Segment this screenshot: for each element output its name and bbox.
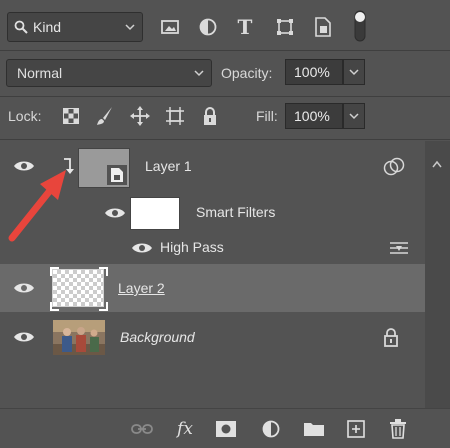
fill-label: Fill: <box>256 108 278 124</box>
opacity-dropdown[interactable] <box>343 59 365 85</box>
eye-icon[interactable] <box>104 206 126 220</box>
smart-filters-mask-thumbnail <box>130 197 180 230</box>
smart-filter-indicator-icon[interactable] <box>383 157 405 177</box>
lock-artboard-icon[interactable] <box>164 104 186 128</box>
shape-filter-icon[interactable] <box>273 14 297 40</box>
background-photo-thumbnail <box>53 320 105 355</box>
chevron-down-icon <box>125 24 135 31</box>
add-mask-icon[interactable] <box>214 417 238 441</box>
chevron-down-icon <box>349 113 359 120</box>
chevron-up-icon[interactable] <box>431 159 443 169</box>
layers-footer: fx <box>0 408 450 448</box>
search-icon <box>14 20 28 34</box>
blend-mode-select[interactable]: Normal <box>6 59 212 87</box>
layer-name: Layer 1 <box>145 158 192 174</box>
eye-icon[interactable] <box>131 241 153 255</box>
trash-icon[interactable] <box>386 417 410 441</box>
eye-icon[interactable] <box>13 281 35 295</box>
link-layers-icon[interactable] <box>130 417 154 441</box>
lock-image-pixels-icon[interactable] <box>94 104 116 128</box>
selection-corners <box>50 267 108 311</box>
layer-name: Layer 2 <box>118 280 165 296</box>
blend-mode-label: Normal <box>17 65 63 81</box>
layer-name: Smart Filters <box>196 204 276 220</box>
fill-input[interactable]: 100% <box>285 103 343 129</box>
kind-filter-select[interactable]: Kind <box>7 12 143 42</box>
lock-position-icon[interactable] <box>129 104 151 128</box>
smart-object-filter-icon[interactable] <box>311 14 335 40</box>
type-filter-icon[interactable]: T <box>233 14 257 40</box>
smart-object-badge-icon <box>107 165 127 185</box>
layer-2-thumbnail <box>50 267 108 311</box>
annotation-arrow <box>8 170 66 242</box>
pixel-filter-icon[interactable] <box>158 14 182 40</box>
kind-filter-label: Kind <box>33 19 62 35</box>
layer-name: High Pass <box>160 239 224 255</box>
filter-toggle-icon[interactable] <box>354 10 366 42</box>
layer-name: Background <box>120 329 195 345</box>
eye-icon[interactable] <box>13 330 35 344</box>
scrollbar[interactable] <box>425 141 450 408</box>
opacity-input[interactable]: 100% <box>285 59 343 85</box>
filter-blending-options-icon[interactable] <box>388 240 410 256</box>
lock-transparent-pixels-icon[interactable] <box>60 104 82 128</box>
new-layer-icon[interactable] <box>344 417 368 441</box>
layer-row-layer-2[interactable]: Layer 2 <box>0 264 425 312</box>
adjustment-filter-icon[interactable] <box>196 14 220 40</box>
chevron-down-icon <box>349 69 359 76</box>
layer-row-background[interactable]: Background <box>0 313 425 361</box>
lock-label: Lock: <box>8 108 42 124</box>
fx-icon[interactable]: fx <box>173 417 197 441</box>
adjustment-layer-icon[interactable] <box>259 417 283 441</box>
lock-all-icon[interactable] <box>199 104 221 128</box>
layer-1-thumbnail <box>78 148 130 188</box>
chevron-down-icon <box>194 70 204 77</box>
fill-dropdown[interactable] <box>343 103 365 129</box>
lock-icon <box>384 328 398 347</box>
opacity-label: Opacity: <box>221 65 273 81</box>
new-group-icon[interactable] <box>302 417 326 441</box>
